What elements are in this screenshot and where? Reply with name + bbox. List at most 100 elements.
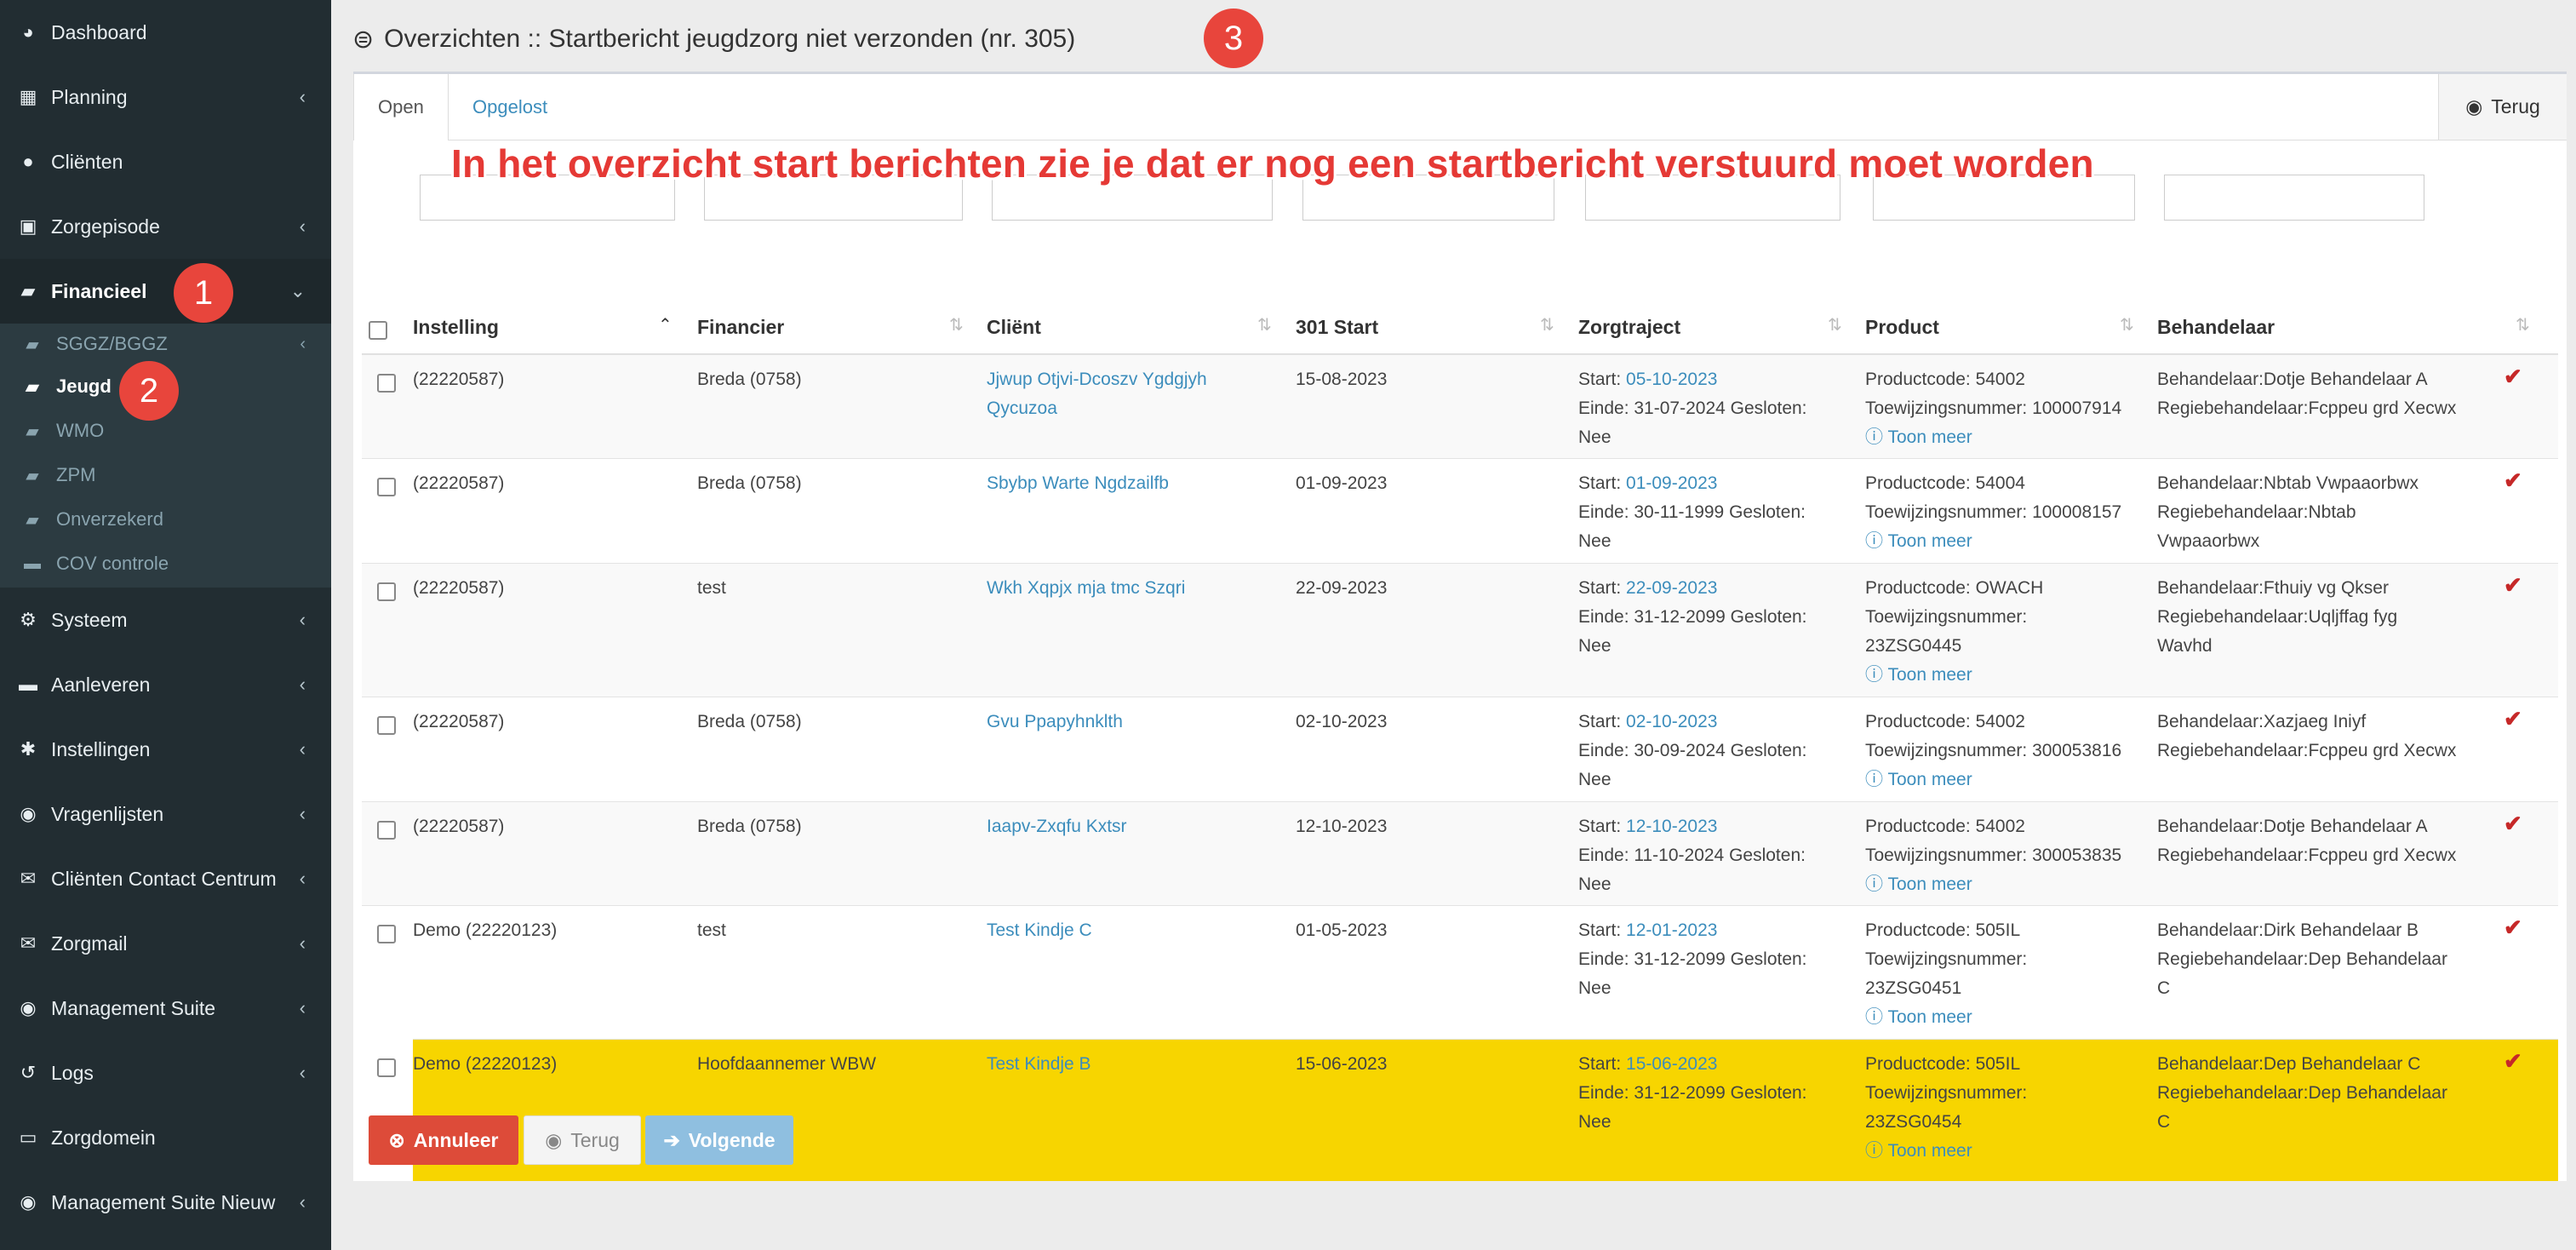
client-link[interactable]: Iaapv-Zxqfu Kxtsr: [987, 812, 1127, 841]
cell-client[interactable]: Iaapv-Zxqfu Kxtsr: [987, 812, 1127, 841]
nav-financieel[interactable]: ▰ Financieel ⌄: [0, 259, 331, 324]
nav-zorgmail[interactable]: ✉ Zorgmail ‹: [0, 911, 331, 976]
select-all-checkbox[interactable]: [369, 321, 387, 340]
toon-meer-link[interactable]: ⓘ Toon meer: [1865, 1003, 2027, 1032]
table-row[interactable]: (22220587) Breda (0758) Jjwup Otjvi-Dcoszv…: [362, 354, 2558, 459]
nav-logs[interactable]: ↺ Logs ‹: [0, 1041, 331, 1105]
filter-behandelaar-input[interactable]: [2164, 175, 2424, 221]
zorgtraject-start-link[interactable]: 12-10-2023: [1626, 817, 1717, 836]
client-link[interactable]: Sbybp Warte Ngdzailfb: [987, 469, 1169, 498]
zorgtraject-end: Einde: 31-12-2099 Gesloten:: [1578, 607, 1807, 627]
col-header-client[interactable]: Cliënt: [987, 316, 1041, 339]
zorgtraject-start-link[interactable]: 02-10-2023: [1626, 712, 1717, 731]
nav-planning[interactable]: ▦ Planning ‹: [0, 65, 331, 129]
cell-behandelaar: Behandelaar:Dotje Behandelaar A Regiebeha…: [2157, 365, 2456, 423]
sort-icon[interactable]: ⇅: [1828, 314, 1842, 335]
sort-icon[interactable]: ⇅: [2120, 314, 2134, 335]
cell-client[interactable]: Gvu Ppapyhnklth: [987, 708, 1123, 737]
col-header-instelling[interactable]: Instelling: [413, 316, 499, 339]
nav-aanleveren[interactable]: ▬ Aanleveren ‹: [0, 652, 331, 717]
cell-client[interactable]: Test Kindje C: [987, 916, 1092, 945]
client-link[interactable]: Test Kindje C: [987, 916, 1092, 945]
col-header-financier[interactable]: Financier: [697, 316, 784, 339]
toewijzingsnummer: Toewijzingsnummer: 300053835: [1865, 846, 2122, 865]
sub-sggz-bggz[interactable]: ▰ SGGZ/BGGZ ‹: [0, 324, 331, 364]
table-row[interactable]: Demo (22220123) test Test Kindje C 01-05-20…: [362, 905, 2558, 1040]
client-link[interactable]: Test Kindje B: [987, 1050, 1091, 1079]
sort-icon[interactable]: ⇅: [1257, 314, 1272, 335]
nav-vragenlijsten[interactable]: ◉ Vragenlijsten ‹: [0, 782, 331, 846]
cell-client[interactable]: Jjwup Otjvi-Dcoszv Ygdgjyh Qycuzoa: [987, 365, 1207, 423]
table-row[interactable]: (22220587) Breda (0758) Iaapv-Zxqfu Kxtsr 1…: [362, 801, 2558, 906]
nav-label: Management Suite Nieuw: [51, 1190, 276, 1213]
row-checkbox[interactable]: [377, 374, 396, 393]
nav-label: Financieel: [51, 279, 147, 302]
zorgtraject-start-link[interactable]: 22-09-2023: [1626, 578, 1717, 598]
client-link[interactable]: Gvu Ppapyhnklth: [987, 708, 1123, 737]
sub-wmo[interactable]: ▰ WMO: [0, 410, 331, 451]
zorgtraject-start-link[interactable]: 12-01-2023: [1626, 920, 1717, 940]
cell-product: Productcode: 54004 Toewijzingsnummer: 100…: [1865, 469, 2121, 556]
zorgtraject-start-link[interactable]: 15-06-2023: [1626, 1054, 1717, 1074]
sort-asc-icon[interactable]: ⌃: [658, 314, 673, 335]
tab-open[interactable]: Open: [353, 74, 449, 140]
zorgtraject-start-link[interactable]: 05-10-2023: [1626, 370, 1717, 389]
row-checkbox[interactable]: [377, 478, 396, 496]
table-row[interactable]: (22220587) Breda (0758) Gvu Ppapyhnklth 02-…: [362, 697, 2558, 802]
sub-zpm[interactable]: ▰ ZPM: [0, 455, 331, 496]
nav-management-suite-nieuw[interactable]: ◉ Management Suite Nieuw ‹: [0, 1170, 331, 1235]
table-row[interactable]: (22220587) test Wkh Xqpjx mja tmc Szqri 22-…: [362, 563, 2558, 697]
row-checkbox[interactable]: [377, 925, 396, 943]
row-checkbox[interactable]: [377, 582, 396, 601]
sub-cov-controle[interactable]: ▬ COV controle: [0, 543, 331, 584]
toon-meer-link[interactable]: ⓘ Toon meer: [1865, 661, 2043, 690]
col-header-behandelaar[interactable]: Behandelaar: [2157, 316, 2275, 339]
checkmark-icon: ✔: [2504, 706, 2522, 731]
toon-meer-link[interactable]: ⓘ Toon meer: [1865, 527, 2121, 556]
nav-zorgdomein[interactable]: ▭ Zorgdomein: [0, 1105, 331, 1170]
sort-icon[interactable]: ⇅: [949, 314, 964, 335]
tab-opgelost[interactable]: Opgelost: [449, 74, 571, 140]
cancel-button[interactable]: ⊗ Annuleer: [369, 1115, 518, 1165]
col-header-301-start[interactable]: 301 Start: [1296, 316, 1378, 339]
row-checkbox[interactable]: [377, 821, 396, 840]
toon-meer-link[interactable]: ⓘ Toon meer: [1865, 765, 2121, 794]
sort-icon[interactable]: ⇅: [1540, 314, 1554, 335]
cell-client[interactable]: Wkh Xqpjx mja tmc Szqri: [987, 574, 1185, 603]
row-checkbox[interactable]: [377, 716, 396, 735]
client-link[interactable]: Jjwup Otjvi-Dcoszv Ygdgjyh: [987, 365, 1207, 394]
client-link[interactable]: Wkh Xqpjx mja tmc Szqri: [987, 574, 1185, 603]
toewijzingsnummer: Toewijzingsnummer: 100007914: [1865, 399, 2122, 418]
toon-meer-link[interactable]: ⓘ Toon meer: [1865, 870, 2121, 899]
toon-meer-label: Toon meer: [1887, 427, 1972, 447]
nav-dashboard[interactable]: ◕ Dashboard: [0, 0, 331, 65]
next-button[interactable]: ➔ Volgende: [645, 1115, 793, 1165]
back-button[interactable]: ◉ Terug: [524, 1115, 641, 1165]
nav-clienten[interactable]: ● Cliënten: [0, 129, 331, 194]
cell-financier: Breda (0758): [697, 473, 802, 493]
nav-clienten-contact-centrum[interactable]: ✉ Cliënten Contact Centrum ‹: [0, 846, 331, 911]
cell-301-start: 15-06-2023: [1296, 1054, 1388, 1074]
sub-onverzekerd[interactable]: ▰ Onverzekerd: [0, 499, 331, 540]
client-link-line2[interactable]: Qycuzoa: [987, 394, 1207, 423]
zorgtraject-start-link[interactable]: 01-09-2023: [1626, 473, 1717, 493]
table-row[interactable]: (22220587) Breda (0758) Sbybp Warte Ngdzai…: [362, 458, 2558, 564]
cell-client[interactable]: Test Kindje B: [987, 1050, 1091, 1079]
cancel-label: Annuleer: [413, 1128, 499, 1151]
col-header-product[interactable]: Product: [1865, 316, 1939, 339]
nav-zorgepisode[interactable]: ▣ Zorgepisode ‹: [0, 194, 331, 259]
book-icon: ▰: [26, 421, 39, 441]
cell-client[interactable]: Sbybp Warte Ngdzailfb: [987, 469, 1169, 498]
row-checkbox[interactable]: [377, 1058, 396, 1077]
toon-meer-link[interactable]: ⓘ Toon meer: [1865, 1137, 2027, 1166]
nav-instellingen[interactable]: ✱ Instellingen ‹: [0, 717, 331, 782]
sort-icon[interactable]: ⇅: [2516, 314, 2530, 335]
cell-product: Productcode: OWACH Toewijzingsnummer: 23ZS…: [1865, 574, 2043, 690]
nav-label: Systeem: [51, 608, 128, 631]
col-header-zorgtraject[interactable]: Zorgtraject: [1578, 316, 1680, 339]
toon-meer-link[interactable]: ⓘ Toon meer: [1865, 423, 2121, 452]
cell-301-start: 12-10-2023: [1296, 817, 1388, 836]
nav-management-suite[interactable]: ◉ Management Suite ‹: [0, 976, 331, 1041]
back-tab-button[interactable]: ◉ Terug: [2438, 74, 2567, 140]
nav-systeem[interactable]: ⚙ Systeem ‹: [0, 588, 331, 652]
